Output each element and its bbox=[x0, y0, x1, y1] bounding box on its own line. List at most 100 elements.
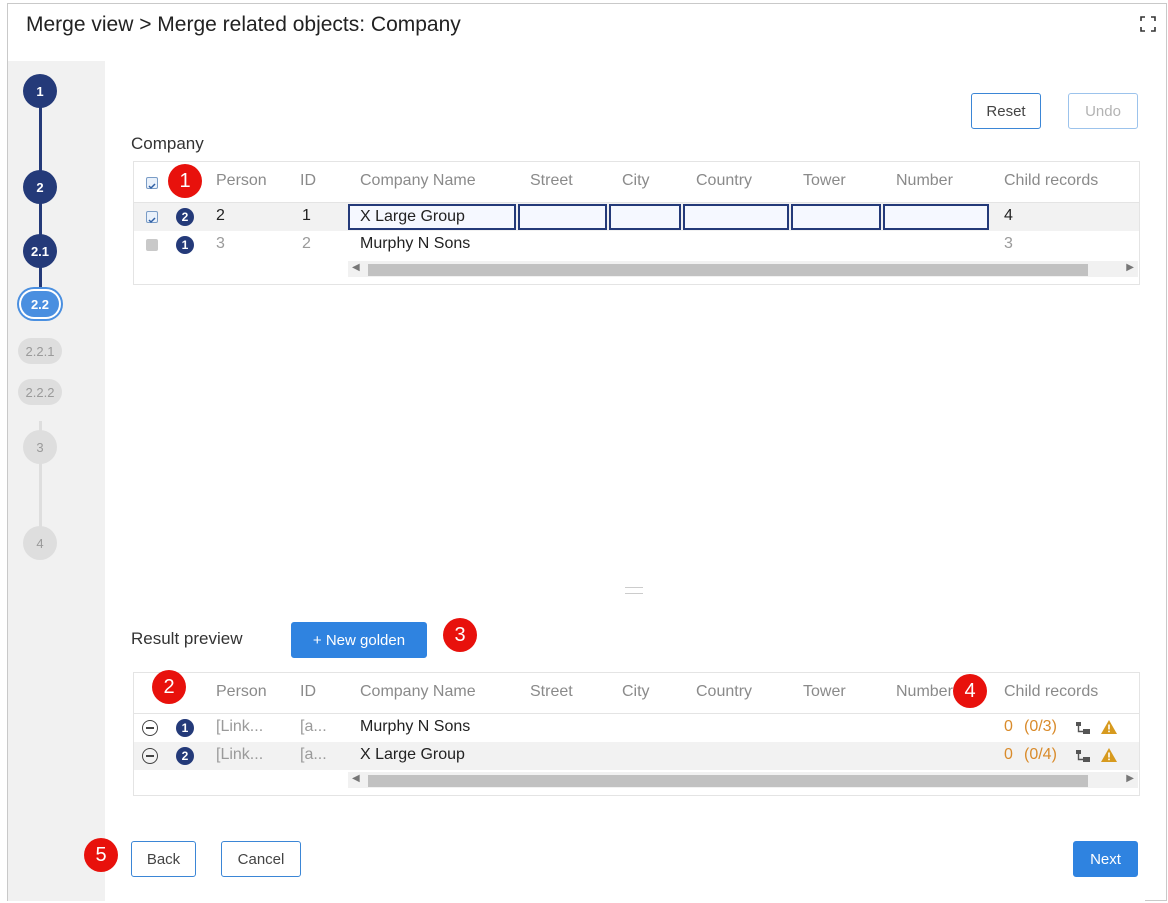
result-preview-grid: Person ID Company Name Street City Count… bbox=[133, 672, 1140, 796]
cell-child-detail[interactable]: (0/4) bbox=[1024, 746, 1057, 764]
cell-child-records: 0 bbox=[1004, 746, 1013, 763]
cell-company-name: X Large Group bbox=[360, 208, 465, 225]
col-city[interactable]: City bbox=[622, 683, 650, 701]
street-editor[interactable] bbox=[518, 204, 607, 230]
col-child-records[interactable]: Child records bbox=[1004, 683, 1098, 701]
cell-company-name: Murphy N Sons bbox=[360, 235, 471, 252]
step-2-2[interactable]: 2.2 bbox=[21, 291, 59, 317]
col-child-records[interactable]: Child records bbox=[1004, 172, 1098, 190]
cell-id: 2 bbox=[302, 235, 311, 252]
callout-3: 3 bbox=[443, 618, 477, 652]
col-number[interactable]: Number bbox=[896, 683, 953, 701]
col-id[interactable]: ID bbox=[300, 172, 316, 190]
cell-child-records: 4 bbox=[1004, 207, 1013, 224]
select-all-checkbox[interactable] bbox=[146, 177, 158, 190]
back-button[interactable]: Back bbox=[131, 841, 196, 877]
col-tower[interactable]: Tower bbox=[803, 683, 846, 701]
col-street[interactable]: Street bbox=[530, 172, 573, 190]
col-id[interactable]: ID bbox=[300, 683, 316, 701]
cell-child-records: 3 bbox=[1004, 235, 1013, 252]
reset-button[interactable]: Reset bbox=[971, 93, 1041, 129]
tower-editor[interactable] bbox=[791, 204, 881, 230]
row-checkbox[interactable] bbox=[146, 211, 158, 224]
result-preview-title: Result preview bbox=[131, 629, 243, 648]
cell-company-name: Murphy N Sons bbox=[360, 718, 471, 735]
warning-icon bbox=[1101, 748, 1117, 762]
table-row[interactable]: 1 [Link... [a... Murphy N Sons 0 (0/3) bbox=[134, 714, 1139, 742]
step-1[interactable]: 1 bbox=[23, 74, 57, 108]
new-golden-button[interactable]: + New golden bbox=[291, 622, 427, 658]
number-editor[interactable] bbox=[883, 204, 989, 230]
col-company-name[interactable]: Company Name bbox=[360, 683, 476, 701]
country-editor[interactable] bbox=[683, 204, 789, 230]
record-badge: 1 bbox=[176, 236, 194, 254]
next-button[interactable]: Next bbox=[1073, 841, 1138, 877]
cell-id[interactable]: [a... bbox=[300, 746, 327, 764]
company-horizontal-scrollbar[interactable]: ◀ ▶ bbox=[348, 261, 1138, 277]
step-navigator: 1 2 2.1 2.2 2.2.1 2.2.2 3 4 bbox=[8, 61, 105, 901]
col-tower[interactable]: Tower bbox=[803, 172, 846, 190]
splitter-handle[interactable] bbox=[625, 587, 643, 594]
step-2-2-2[interactable]: 2.2.2 bbox=[18, 379, 62, 405]
cell-company-name: X Large Group bbox=[360, 746, 465, 763]
col-country[interactable]: Country bbox=[696, 172, 752, 190]
checkbox-icon bbox=[148, 183, 156, 190]
callout-1: 1 bbox=[168, 164, 202, 198]
col-country[interactable]: Country bbox=[696, 683, 752, 701]
cell-id[interactable]: [a... bbox=[300, 718, 327, 736]
scroll-left-arrow-icon[interactable]: ◀ bbox=[352, 262, 360, 273]
callout-4: 4 bbox=[953, 674, 987, 708]
record-badge: 2 bbox=[176, 747, 194, 765]
cell-person[interactable]: [Link... bbox=[216, 718, 263, 736]
cell-person[interactable]: [Link... bbox=[216, 746, 263, 764]
cell-child-records: 0 bbox=[1004, 718, 1013, 735]
table-row[interactable]: 1 3 2 Murphy N Sons 3 bbox=[134, 231, 1139, 259]
cell-person: 2 bbox=[216, 207, 225, 224]
preview-horizontal-scrollbar[interactable]: ◀ ▶ bbox=[348, 772, 1138, 788]
hierarchy-icon[interactable] bbox=[1075, 749, 1091, 763]
row-checkbox[interactable] bbox=[146, 239, 158, 251]
company-section-title: Company bbox=[131, 134, 204, 153]
col-street[interactable]: Street bbox=[530, 683, 573, 701]
step-2-1[interactable]: 2.1 bbox=[23, 234, 57, 268]
remove-circle-icon[interactable] bbox=[142, 720, 158, 736]
cell-child-detail[interactable]: (0/3) bbox=[1024, 718, 1057, 736]
scroll-right-arrow-icon[interactable]: ▶ bbox=[1126, 262, 1134, 273]
company-grid-header: Person ID Company Name Street City Count… bbox=[134, 162, 1139, 203]
col-company-name[interactable]: Company Name bbox=[360, 172, 476, 190]
cell-person: 3 bbox=[216, 235, 225, 252]
scroll-left-arrow-icon[interactable]: ◀ bbox=[352, 773, 360, 784]
checkbox-icon bbox=[148, 217, 156, 224]
undo-button[interactable]: Undo bbox=[1068, 93, 1138, 129]
cell-id: 1 bbox=[302, 207, 311, 224]
cancel-button[interactable]: Cancel bbox=[221, 841, 301, 877]
col-person[interactable]: Person bbox=[216, 172, 267, 190]
fullscreen-icon[interactable] bbox=[1140, 16, 1156, 32]
main-content: Reset Undo Company Person ID Company Nam… bbox=[105, 61, 1145, 901]
preview-grid-header: Person ID Company Name Street City Count… bbox=[134, 673, 1139, 714]
scroll-right-arrow-icon[interactable]: ▶ bbox=[1126, 773, 1134, 784]
callout-5: 5 bbox=[84, 838, 118, 872]
step-4[interactable]: 4 bbox=[23, 526, 57, 560]
step-2-2-1[interactable]: 2.2.1 bbox=[18, 338, 62, 364]
company-name-editor[interactable]: X Large Group bbox=[348, 204, 516, 230]
step-3[interactable]: 3 bbox=[23, 430, 57, 464]
page-title: Merge view > Merge related objects: Comp… bbox=[26, 13, 461, 36]
record-badge: 1 bbox=[176, 719, 194, 737]
col-person[interactable]: Person bbox=[216, 683, 267, 701]
step-2[interactable]: 2 bbox=[23, 170, 57, 204]
table-row[interactable]: 2 [Link... [a... X Large Group 0 (0/4) bbox=[134, 742, 1139, 770]
city-editor[interactable] bbox=[609, 204, 681, 230]
col-number[interactable]: Number bbox=[896, 172, 953, 190]
record-badge: 2 bbox=[176, 208, 194, 226]
col-city[interactable]: City bbox=[622, 172, 650, 190]
company-grid: Person ID Company Name Street City Count… bbox=[133, 161, 1140, 285]
merge-dialog: Merge view > Merge related objects: Comp… bbox=[7, 3, 1167, 901]
callout-2: 2 bbox=[152, 670, 186, 704]
scroll-thumb[interactable] bbox=[368, 264, 1088, 276]
scroll-thumb[interactable] bbox=[368, 775, 1088, 787]
table-row[interactable]: 2 2 1 X Large Group 4 bbox=[134, 203, 1139, 231]
remove-circle-icon[interactable] bbox=[142, 748, 158, 764]
warning-icon bbox=[1101, 720, 1117, 734]
hierarchy-icon[interactable] bbox=[1075, 721, 1091, 735]
